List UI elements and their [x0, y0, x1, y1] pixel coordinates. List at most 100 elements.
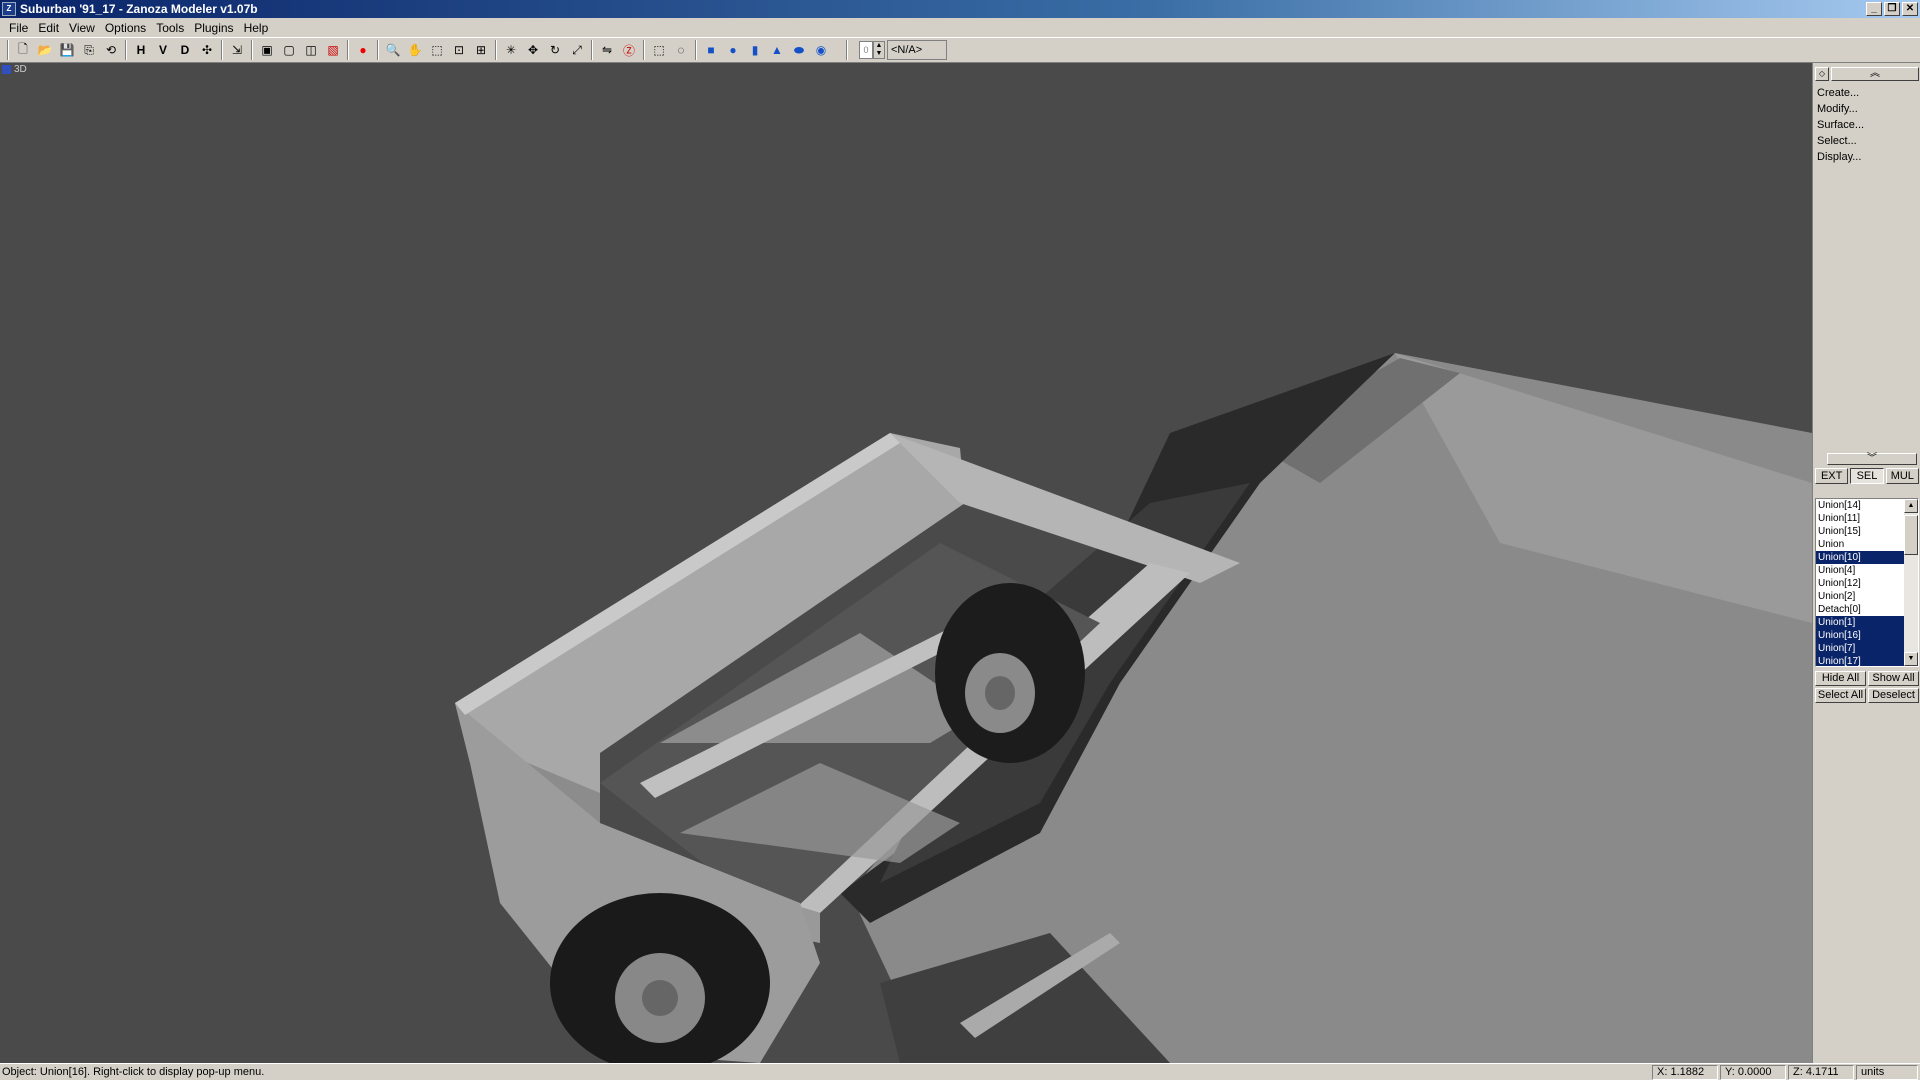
coord-y: Y: 0.0000 [1720, 1064, 1786, 1080]
cube-textured-icon[interactable]: ▧ [322, 39, 344, 61]
create-cylinder-icon[interactable]: ▮ [744, 39, 766, 61]
mode-sel-button[interactable]: SEL [1850, 468, 1884, 484]
rect-select-icon[interactable]: ⬚ [648, 39, 670, 61]
command-panel: ◇ ︽ Create... Modify... Surface... Selec… [1812, 63, 1920, 1063]
view-h-button[interactable]: H [130, 39, 152, 61]
vertex-icon[interactable]: ✳ [500, 39, 522, 61]
pan-hand-icon[interactable]: ✋ [404, 39, 426, 61]
cube-flat-icon[interactable]: ▢ [278, 39, 300, 61]
object-list-item[interactable]: Union[7] [1816, 642, 1906, 655]
object-list[interactable]: Union[14] Union[11] Union[15] Union Union[10… [1815, 498, 1919, 667]
window-title: Suburban '91_17 - Zanoza Modeler v1.07b [20, 2, 258, 16]
list-scroll-down-icon[interactable]: ▼ [1904, 652, 1918, 666]
menu-view[interactable]: View [64, 21, 100, 35]
rollout-create[interactable]: Create... [1815, 85, 1919, 101]
select-all-button[interactable]: Select All [1815, 688, 1866, 703]
object-list-item[interactable]: Union[15] [1816, 525, 1906, 538]
coord-x: X: 1.1882 [1652, 1064, 1718, 1080]
rollout-surface[interactable]: Surface... [1815, 117, 1919, 133]
scroll-down-icon[interactable]: ︾ [1827, 453, 1917, 465]
zoom-extents-icon[interactable]: ⬚ [426, 39, 448, 61]
minimize-button[interactable]: _ [1866, 2, 1882, 16]
object-list-item[interactable]: Union[4] [1816, 564, 1906, 577]
menu-help[interactable]: Help [239, 21, 274, 35]
units-label: units [1856, 1064, 1918, 1080]
viewport-label: 3D [2, 64, 27, 75]
new-file-icon[interactable]: 🗋 [12, 39, 34, 61]
zoom-region-icon[interactable]: ⊡ [448, 39, 470, 61]
mode-ext-button[interactable]: EXT [1815, 468, 1849, 484]
object-list-item[interactable]: Union [1816, 538, 1906, 551]
cube-wire-icon[interactable]: ▣ [256, 39, 278, 61]
selection-buttons: Select All Deselect [1815, 688, 1919, 703]
zoom-all-icon[interactable]: ⊞ [470, 39, 492, 61]
select-mode-icon[interactable]: ⇲ [226, 39, 248, 61]
view-v-button[interactable]: V [152, 39, 174, 61]
create-cone-icon[interactable]: ▲ [766, 39, 788, 61]
visibility-buttons: Hide All Show All [1815, 671, 1919, 686]
list-scroll-up-icon[interactable]: ▲ [1904, 499, 1918, 513]
close-button[interactable]: ✕ [1902, 2, 1918, 16]
save-icon[interactable]: 💾 [56, 39, 78, 61]
rollout-menu: Create... Modify... Surface... Select...… [1815, 85, 1919, 165]
object-list-item[interactable]: Union[17] [1816, 655, 1906, 666]
cube-smooth-icon[interactable]: ◫ [300, 39, 322, 61]
create-disc-icon[interactable]: ⬬ [788, 39, 810, 61]
restore-button[interactable]: ❐ [1884, 2, 1900, 16]
mirror-icon[interactable]: ⇋ [596, 39, 618, 61]
hide-all-button[interactable]: Hide All [1815, 671, 1866, 686]
view-d-button[interactable]: D [174, 39, 196, 61]
zoom-icon[interactable]: 🔍 [382, 39, 404, 61]
object-list-item[interactable]: Union[16] [1816, 629, 1906, 642]
viewport-pin-icon[interactable] [2, 64, 11, 74]
spinner-arrows-icon[interactable]: ▲ ▼ [873, 41, 885, 59]
show-all-button[interactable]: Show All [1868, 671, 1919, 686]
open-file-icon[interactable]: 📂 [34, 39, 56, 61]
model-render[interactable] [0, 63, 1812, 1063]
spinner-value[interactable]: 0 [859, 41, 873, 59]
material-sphere-icon[interactable]: ● [352, 39, 374, 61]
circle-select-icon[interactable]: ◌ [670, 39, 692, 61]
create-torus-icon[interactable]: ◉ [810, 39, 832, 61]
coord-z: Z: 4.1711 [1788, 1064, 1854, 1080]
move-icon[interactable]: ✥ [522, 39, 544, 61]
axes-icon[interactable]: ✣ [196, 39, 218, 61]
menu-options[interactable]: Options [100, 21, 151, 35]
create-box-icon[interactable]: ■ [700, 39, 722, 61]
status-bar: Object: Union[16]. Right-click to displa… [0, 1063, 1920, 1080]
menu-bar: File Edit View Options Tools Plugins Hel… [0, 18, 1920, 37]
mode-mul-button[interactable]: MUL [1885, 468, 1919, 484]
menu-tools[interactable]: Tools [151, 21, 189, 35]
3d-viewport[interactable]: 3D [0, 63, 1812, 1063]
object-list-item[interactable]: Union[14] [1816, 499, 1906, 512]
object-list-item[interactable]: Union[11] [1816, 512, 1906, 525]
object-list-item[interactable]: Union[10] [1816, 551, 1906, 564]
app-icon[interactable]: Z [2, 2, 16, 16]
object-list-item[interactable]: Union[1] [1816, 616, 1906, 629]
object-list-item[interactable]: Detach[0] [1816, 603, 1906, 616]
object-list-item[interactable]: Union[2] [1816, 590, 1906, 603]
rollout-display[interactable]: Display... [1815, 149, 1919, 165]
value-spinner[interactable]: 0 ▲ ▼ [859, 41, 885, 59]
rollout-select[interactable]: Select... [1815, 133, 1919, 149]
object-list-scrollbar[interactable]: ▲ ▼ [1904, 499, 1918, 666]
revert-icon[interactable]: ⟲ [100, 39, 122, 61]
deselect-button[interactable]: Deselect [1868, 688, 1919, 703]
list-scroll-thumb[interactable] [1904, 515, 1918, 555]
scale-icon[interactable]: ⤢ [566, 39, 588, 61]
save-as-icon[interactable]: ⎘ [78, 39, 100, 61]
menu-file[interactable]: File [4, 21, 33, 35]
menu-edit[interactable]: Edit [33, 21, 64, 35]
object-list-item[interactable]: Union[12] [1816, 577, 1906, 590]
main-toolbar: 🗋 📂 💾 ⎘ ⟲ H V D ✣ ⇲ ▣ ▢ ◫ ▧ ● 🔍 ✋ ⬚ ⊡ ⊞ … [0, 37, 1920, 63]
title-bar: Z Suburban '91_17 - Zanoza Modeler v1.07… [0, 0, 1920, 18]
rotate-icon[interactable]: ↻ [544, 39, 566, 61]
create-sphere-icon[interactable]: ● [722, 39, 744, 61]
menu-plugins[interactable]: Plugins [189, 21, 238, 35]
panel-toggle-icon[interactable]: ◇ [1815, 67, 1829, 81]
scroll-up-icon[interactable]: ︽ [1831, 67, 1919, 81]
rollout-modify[interactable]: Modify... [1815, 101, 1919, 117]
value-field[interactable]: <N/A> [887, 40, 947, 60]
snap-icon[interactable]: Ⓩ [618, 39, 640, 61]
status-message: Object: Union[16]. Right-click to displa… [2, 1066, 265, 1078]
